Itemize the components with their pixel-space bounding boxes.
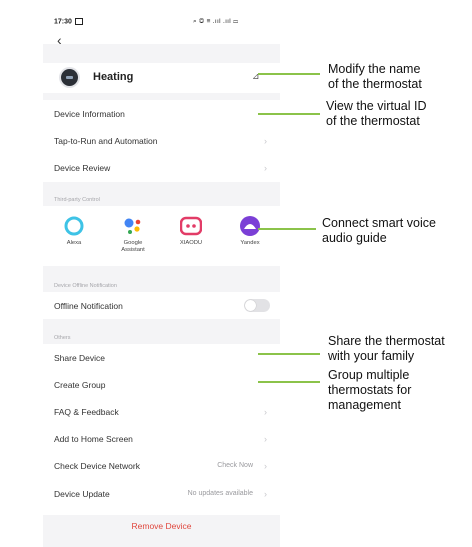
tap-to-run-row[interactable]: Tap-to-Run and Automation › xyxy=(43,127,280,154)
add-home-screen-label: Add to Home Screen xyxy=(54,433,133,444)
device-information-label: Device Information xyxy=(54,108,125,119)
google-assistant-icon xyxy=(122,215,144,237)
status-time: 17:30 xyxy=(54,18,83,25)
alexa-tile[interactable]: Alexa xyxy=(49,215,99,247)
xiaodu-tile[interactable]: XIAODU xyxy=(166,215,216,247)
tap-to-run-label: Tap-to-Run and Automation xyxy=(54,135,158,146)
remove-device-button[interactable]: Remove Device xyxy=(43,521,280,531)
offline-notification-toggle[interactable] xyxy=(244,299,270,312)
callout-share: Share the thermostat with your family xyxy=(328,334,445,363)
device-name: Heating xyxy=(93,71,134,83)
create-group-row[interactable]: Create Group xyxy=(43,371,280,398)
check-network-row[interactable]: Check Device Network Check Now › xyxy=(43,452,280,479)
chevron-right-icon: › xyxy=(264,135,267,146)
device-avatar xyxy=(61,69,78,86)
google-assistant-label: Google Assistant xyxy=(121,240,145,253)
device-header[interactable] xyxy=(43,63,280,93)
xiaodu-icon xyxy=(179,215,203,237)
callout-modify-name: Modify the name of the thermostat xyxy=(328,62,422,91)
third-party-heading: Third-party Control xyxy=(54,197,100,203)
callout-view-id: View the virtual ID of the thermostat xyxy=(326,99,427,128)
device-update-label: Device Update xyxy=(54,488,110,499)
callout-line-view-id xyxy=(258,113,320,115)
callout-voice: Connect smart voice audio guide xyxy=(322,216,436,245)
xiaodu-label: XIAODU xyxy=(179,240,203,246)
chevron-right-icon: › xyxy=(264,433,267,444)
status-bar: 17:30 ⌕ ◎ ≡ .ııl .ııl ▭ ‹ xyxy=(43,0,280,47)
device-review-label: Device Review xyxy=(54,162,111,173)
yandex-icon xyxy=(239,215,261,237)
callout-line-voice xyxy=(258,228,316,230)
yandex-label: Yandex xyxy=(240,240,260,246)
share-device-label: Share Device xyxy=(54,352,106,363)
create-group-label: Create Group xyxy=(54,379,106,390)
chevron-right-icon: › xyxy=(264,488,267,499)
callout-line-share xyxy=(258,353,320,355)
chevron-right-icon: › xyxy=(264,460,267,471)
share-device-row[interactable]: Share Device xyxy=(43,344,280,371)
faq-label: FAQ & Feedback xyxy=(54,406,119,417)
offline-heading: Device Offline Notification xyxy=(54,283,117,289)
chevron-right-icon: › xyxy=(264,406,267,417)
alexa-icon xyxy=(63,215,85,237)
offline-notification-row: Offline Notification xyxy=(43,292,280,319)
faq-row[interactable]: FAQ & Feedback › xyxy=(43,398,280,425)
device-review-row[interactable]: Device Review › xyxy=(43,154,280,181)
google-assistant-tile[interactable]: Google Assistant xyxy=(108,215,158,254)
device-update-value: No updates available xyxy=(187,490,253,497)
add-home-screen-row[interactable]: Add to Home Screen › xyxy=(43,425,280,452)
check-network-label: Check Device Network xyxy=(54,460,140,471)
callout-group: Group multiple thermostats for managemen… xyxy=(328,368,412,412)
callout-line-group xyxy=(258,381,320,383)
yandex-tile[interactable]: Yandex xyxy=(225,215,275,247)
check-network-value: Check Now xyxy=(217,462,253,469)
back-icon[interactable]: ‹ xyxy=(57,33,62,47)
device-information-row[interactable]: Device Information xyxy=(43,100,280,127)
device-update-row[interactable]: Device Update No updates available › xyxy=(43,480,280,507)
callout-line-modify-name xyxy=(258,73,320,75)
others-heading: Others xyxy=(54,335,71,341)
status-icons: ⌕ ◎ ≡ .ııl .ııl ▭ xyxy=(193,18,239,25)
phone-screen: 17:30 ⌕ ◎ ≡ .ııl .ııl ▭ ‹ Heating ⊿ Devi… xyxy=(43,0,280,547)
offline-notification-label: Offline Notification xyxy=(54,300,123,311)
chevron-right-icon: › xyxy=(264,162,267,173)
alexa-label: Alexa xyxy=(66,240,82,246)
